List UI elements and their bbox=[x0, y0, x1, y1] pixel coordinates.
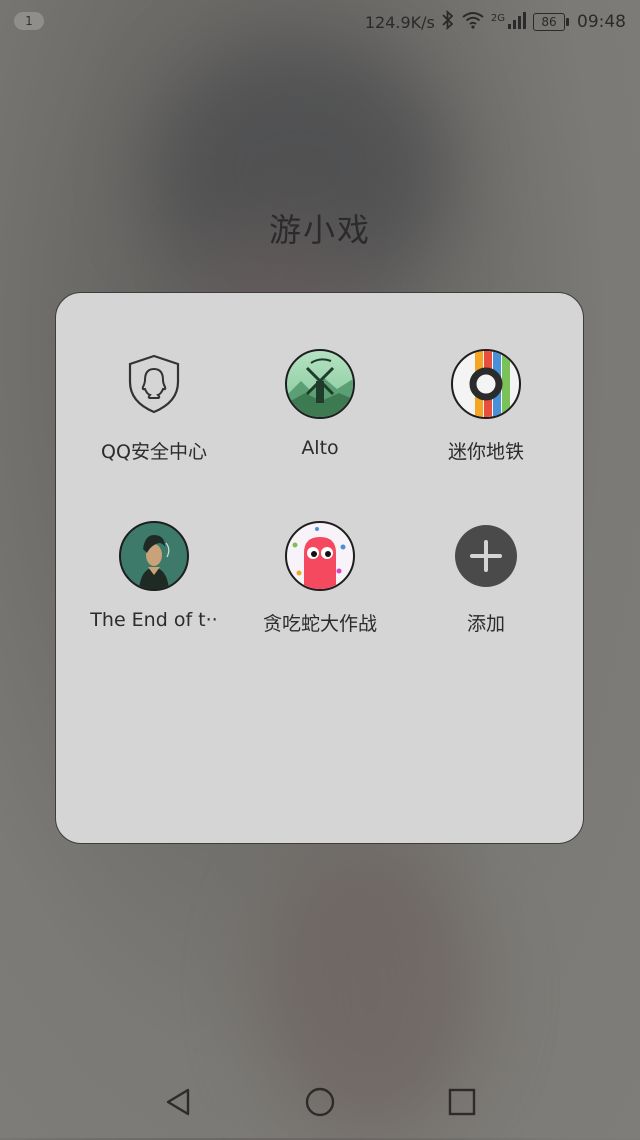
app-the-end-of-the-world[interactable]: The End of t·· bbox=[69, 521, 239, 631]
app-mini-metro[interactable]: 迷你地铁 bbox=[401, 349, 571, 464]
back-icon[interactable] bbox=[160, 1084, 196, 1120]
bluetooth-icon bbox=[441, 9, 455, 35]
qq-security-shield-icon bbox=[119, 349, 189, 419]
app-snake-game[interactable]: 贪吃蛇大作战 bbox=[235, 521, 405, 636]
add-icon bbox=[455, 525, 517, 587]
app-label: QQ安全中心 bbox=[101, 441, 207, 463]
app-alto[interactable]: Alto bbox=[235, 349, 405, 459]
signal-icon bbox=[507, 11, 527, 34]
mini-metro-icon bbox=[451, 349, 521, 419]
app-label: 添加 bbox=[466, 613, 505, 635]
network-speed: 124.9K/s bbox=[364, 12, 435, 32]
home-icon[interactable] bbox=[302, 1084, 338, 1120]
wifi-icon bbox=[461, 11, 485, 34]
recents-icon[interactable] bbox=[444, 1084, 480, 1120]
clock: 09:48 bbox=[577, 12, 626, 32]
folder-panel: QQ安全中心 Alto 迷你地铁 The End of t·· 贪吃蛇大作战 添… bbox=[55, 292, 584, 844]
app-label: The End of t·· bbox=[90, 609, 218, 631]
network-type-label: 2G bbox=[490, 12, 505, 24]
app-label: Alto bbox=[301, 437, 339, 459]
alto-windmill-icon bbox=[285, 349, 355, 419]
navigation-bar bbox=[0, 1070, 640, 1130]
notification-count-badge: 1 bbox=[14, 12, 44, 30]
end-of-the-world-icon bbox=[119, 521, 189, 591]
app-qq-security[interactable]: QQ安全中心 bbox=[69, 349, 239, 464]
status-bar: 1 124.9K/s 2G 86 09:48 bbox=[0, 0, 640, 44]
snake-game-icon bbox=[285, 521, 355, 591]
add-app-button[interactable]: 添加 bbox=[401, 521, 571, 636]
app-label: 贪吃蛇大作战 bbox=[262, 613, 377, 635]
folder-title[interactable]: 游小戏 bbox=[0, 205, 640, 251]
battery-icon: 86 bbox=[533, 13, 569, 31]
status-right-group: 124.9K/s 2G 86 09:48 bbox=[364, 9, 626, 35]
app-label: 迷你地铁 bbox=[447, 441, 524, 463]
